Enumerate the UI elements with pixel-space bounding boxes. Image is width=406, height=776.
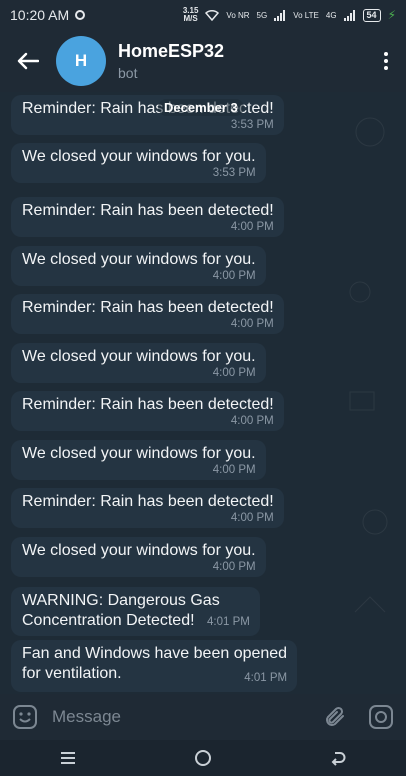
speed-unit: M/S [183, 14, 198, 23]
chat-header: H HomeESP32 bot [0, 30, 406, 92]
status-indicators: 3.15 M/S Vo NR 5G Vo LTE 4G 54 ⚡ [183, 7, 396, 23]
message-bubble[interactable]: Fan and Windows have been opened for ven… [11, 640, 298, 692]
emoji-button[interactable] [10, 702, 40, 732]
message-text: Reminder: Rain has been detected! [22, 202, 274, 219]
message-time: 4:00 PM [212, 464, 256, 476]
network-label-3: Vo LTE [293, 10, 319, 20]
system-navigation-bar [0, 740, 406, 776]
status-time: 10:20 AM [10, 7, 70, 23]
message-input[interactable]: Message [52, 707, 320, 727]
attach-icon [326, 706, 344, 726]
message-text: Reminder: Rain has been detected! [22, 299, 274, 316]
chat-area[interactable]: Reminder: Rain has been detected! 3:53 P… [0, 92, 406, 694]
message-time: 4:00 PM [230, 318, 274, 330]
home-nav-icon [194, 750, 211, 766]
charging-icon: ⚡ [387, 8, 396, 22]
message-time: 4:00 PM [230, 415, 274, 427]
message-text: We closed your windows for you. [22, 348, 256, 365]
message-bubble[interactable]: Reminder: Rain has been detected! 4:00 P… [11, 488, 284, 528]
message-time: 4:00 PM [230, 512, 274, 524]
message-bubble[interactable]: We closed your windows for you. 4:00 PM [11, 343, 266, 383]
message-bubble[interactable]: We closed your windows for you. 4:00 PM [11, 246, 266, 286]
network-speed: 3.15 M/S [183, 7, 199, 23]
message-time: 4:00 PM [230, 221, 274, 233]
chat-subtitle: bot [118, 65, 138, 81]
message-time: 4:00 PM [212, 561, 256, 573]
back-nav-icon [331, 752, 346, 766]
status-time-group: 10:20 AM [10, 7, 86, 23]
message-text: We closed your windows for you. [22, 445, 256, 462]
message-bubble[interactable]: Reminder: Rain has been detected! 4:00 P… [11, 197, 284, 237]
network-label-2: 5G [256, 10, 268, 20]
message-bubble[interactable]: We closed your windows for you. 4:00 PM [11, 537, 266, 577]
message-time: 4:01 PM [207, 616, 250, 628]
message-text-line1: Fan and Windows have been opened [22, 645, 288, 662]
back-nav-button[interactable] [313, 740, 363, 776]
back-arrow-icon [17, 52, 39, 70]
avatar[interactable]: H [56, 36, 106, 86]
message-text-line1: WARNING: Dangerous Gas [22, 592, 220, 609]
more-vertical-icon [384, 52, 388, 56]
message-bubble[interactable]: We closed your windows for you. 3:53 PM [11, 143, 266, 183]
message-time: 3:53 PM [230, 119, 274, 131]
chat-title: HomeESP32 [118, 41, 225, 61]
message-text: Reminder: Rain has been detected! [22, 493, 274, 510]
camera-icon [369, 705, 393, 729]
message-text: We closed your windows for you. [22, 148, 256, 165]
battery-icon: 54 [362, 8, 381, 22]
more-options-button[interactable] [366, 30, 406, 92]
network-label-4: 4G [325, 10, 337, 20]
message-text: We closed your windows for you. [22, 251, 256, 268]
network-label-1: Vo NR [226, 10, 250, 20]
message-bubble[interactable]: Reminder: Rain has been detected! 3:53 P… [11, 95, 284, 135]
notification-icon [75, 10, 86, 20]
message-time: 3:53 PM [212, 167, 256, 179]
message-composer: Message [0, 694, 406, 740]
message-time: 4:00 PM [212, 367, 256, 379]
menu-nav-icon [60, 752, 75, 764]
signal-icon [274, 9, 286, 21]
chat-title-block[interactable]: HomeESP32 bot [118, 41, 366, 81]
message-text-line2: for ventilation. [22, 665, 122, 682]
recent-apps-button[interactable] [43, 740, 93, 776]
emoji-icon [13, 705, 37, 729]
attach-button[interactable] [320, 702, 350, 732]
message-text-line2: Concentration Detected! [22, 612, 195, 629]
message-bubble[interactable]: We closed your windows for you. 4:00 PM [11, 440, 266, 480]
home-button[interactable] [178, 740, 228, 776]
message-time: 4:01 PM [244, 672, 288, 684]
message-text: Reminder: Rain has been detected! [22, 396, 274, 413]
status-bar: 10:20 AM 3.15 M/S Vo NR 5G Vo LTE 4G 54 … [0, 0, 406, 30]
message-text: We closed your windows for you. [22, 542, 256, 559]
signal-icon-2 [343, 9, 355, 21]
message-bubble-warning[interactable]: WARNING: Dangerous Gas Concentration Det… [11, 587, 260, 636]
message-bubble[interactable]: Reminder: Rain has been detected! 4:00 P… [11, 294, 284, 334]
camera-button[interactable] [366, 702, 396, 732]
message-time: 4:00 PM [212, 270, 256, 282]
wifi-icon [205, 9, 220, 21]
back-button[interactable] [0, 30, 56, 92]
date-label: December 3 [158, 99, 244, 116]
message-bubble[interactable]: Reminder: Rain has been detected! 4:00 P… [11, 391, 284, 431]
